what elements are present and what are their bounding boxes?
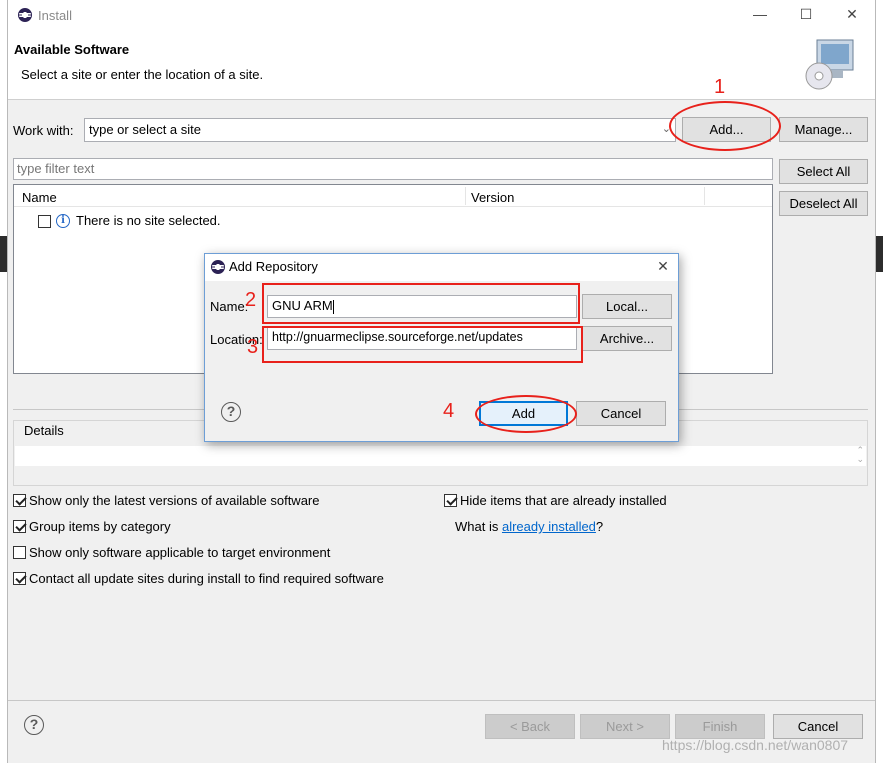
annotation-step-4: 4: [443, 400, 455, 422]
checkbox-contact-update-sites[interactable]: [13, 572, 26, 585]
help-icon[interactable]: ?: [24, 715, 44, 735]
details-text: ⌃ ⌄: [15, 446, 866, 466]
label-latest-versions: Show only the latest versions of availab…: [29, 493, 320, 508]
label-group-by-category: Group items by category: [29, 519, 171, 534]
work-with-combo[interactable]: type or select a site ⌄: [84, 118, 676, 142]
eclipse-icon: [18, 8, 32, 22]
name-label: Name:: [210, 299, 249, 314]
info-icon: i: [56, 214, 70, 228]
background-app-dark-right: [876, 236, 883, 272]
page-title: Available Software: [14, 42, 130, 57]
background-app-dark-left: [0, 236, 7, 272]
filter-input[interactable]: type filter text: [13, 158, 773, 180]
page-subtitle: Select a site or enter the location of a…: [21, 67, 264, 82]
eclipse-icon: [211, 260, 225, 274]
next-button[interactable]: Next >: [580, 714, 670, 739]
dialog-cancel-button[interactable]: Cancel: [576, 401, 666, 426]
window-title: Install: [38, 8, 72, 23]
deselect-all-button[interactable]: Deselect All: [779, 191, 868, 216]
close-button[interactable]: ✕: [842, 6, 862, 23]
background-app-left: [0, 0, 7, 763]
checkbox-latest-versions[interactable]: [13, 494, 26, 507]
label-contact-update-sites: Contact all update sites during install …: [29, 571, 384, 586]
minimize-button[interactable]: —: [750, 6, 770, 22]
annotation-step-2: 2: [245, 289, 257, 311]
spinner-icon: ⌃ ⌄: [856, 445, 864, 464]
column-name[interactable]: Name: [22, 190, 57, 205]
background-app-right: [876, 0, 883, 763]
wizard-header: Available Software Select a site or ente…: [8, 30, 875, 100]
work-with-placeholder: type or select a site: [89, 122, 201, 137]
archive-button[interactable]: Archive...: [582, 326, 672, 351]
already-installed-link[interactable]: already installed: [502, 519, 596, 534]
annotation-step-1: 1: [714, 76, 726, 98]
label-target-environment: Show only software applicable to target …: [29, 545, 331, 560]
table-row[interactable]: i There is no site selected.: [36, 213, 436, 229]
checkbox-hide-installed[interactable]: [444, 494, 457, 507]
finish-button[interactable]: Finish: [675, 714, 765, 739]
table-header: Name Version: [14, 185, 772, 207]
back-button[interactable]: < Back: [485, 714, 575, 739]
dialog-help-icon[interactable]: ?: [221, 402, 241, 422]
maximize-button[interactable]: ☐: [796, 6, 816, 23]
column-version[interactable]: Version: [471, 190, 514, 205]
annotation-box-2: [262, 283, 580, 324]
watermark: https://blog.csdn.net/wan0807: [662, 737, 849, 753]
select-all-button[interactable]: Select All: [779, 159, 868, 184]
work-with-label: Work with:: [13, 123, 74, 138]
footer-separator: [8, 700, 875, 701]
dialog-close-button[interactable]: ✕: [653, 258, 673, 275]
row-checkbox[interactable]: [38, 215, 51, 228]
local-button[interactable]: Local...: [582, 294, 672, 319]
dialog-title-bar: Add Repository ✕: [205, 254, 678, 281]
what-is-prefix: What is: [455, 519, 502, 534]
dialog-title: Add Repository: [229, 259, 318, 274]
manage-button[interactable]: Manage...: [779, 117, 868, 142]
annotation-oval-1: [669, 101, 781, 151]
cancel-button[interactable]: Cancel: [773, 714, 863, 739]
title-bar: Install — ☐ ✕: [8, 0, 875, 30]
label-hide-installed: Hide items that are already installed: [460, 493, 667, 508]
checkbox-group-by-category[interactable]: [13, 520, 26, 533]
row-text: There is no site selected.: [76, 213, 221, 228]
what-is-installed: What is already installed?: [455, 519, 603, 534]
annotation-oval-4: [475, 395, 577, 433]
details-label: Details: [22, 423, 66, 438]
what-is-suffix: ?: [595, 519, 604, 534]
filter-placeholder: type filter text: [17, 161, 95, 176]
checkbox-target-environment[interactable]: [13, 546, 26, 559]
install-banner-icon: [805, 39, 854, 90]
annotation-step-3: 3: [247, 336, 259, 358]
annotation-box-3: [262, 326, 583, 363]
